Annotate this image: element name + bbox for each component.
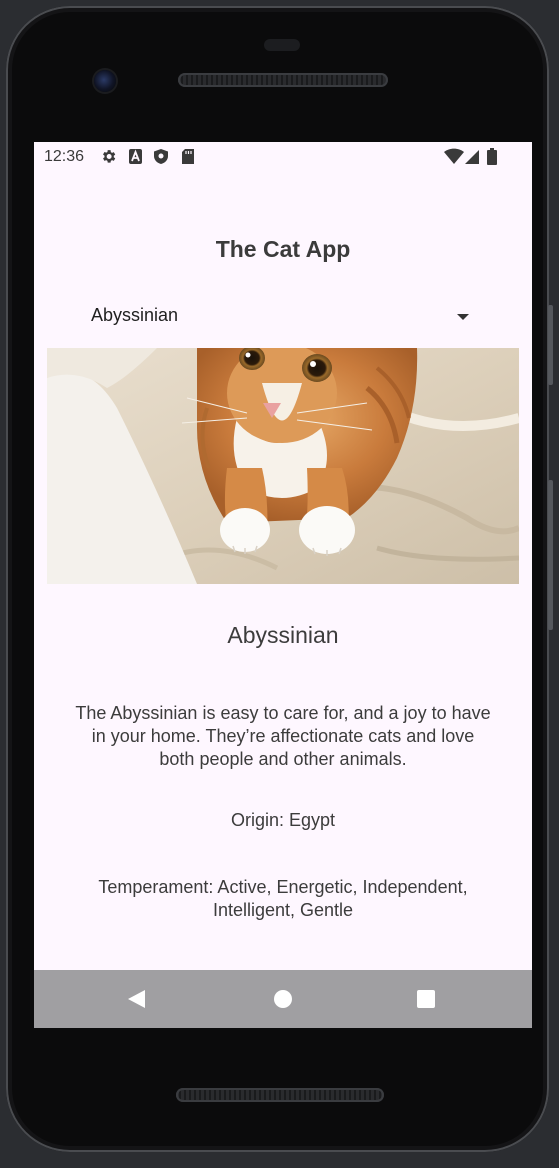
sd-card-icon [181,148,195,170]
home-icon[interactable] [274,990,292,1008]
recents-icon[interactable] [417,990,435,1008]
bottom-speaker [176,1088,384,1102]
battery-icon [487,148,497,170]
breed-name: Abyssinian [227,622,339,648]
system-nav-bar [34,970,532,1028]
back-icon[interactable] [128,990,145,1008]
app-title: The Cat App [215,236,351,262]
breed-dropdown[interactable]: Abyssinian [79,300,469,334]
cat-image [47,348,519,584]
signal-icon [464,148,480,170]
power-button [548,480,553,630]
dropdown-arrow-icon[interactable] [457,314,469,320]
front-camera [94,70,116,92]
phone-frame: 12:36 The Cat App Abyssinian Abyssinian … [6,6,549,1152]
breed-origin: Origin: Egypt [230,810,336,830]
device-screen: 12:36 The Cat App Abyssinian Abyssinian … [34,142,532,1028]
breed-dropdown-value: Abyssinian [91,305,179,325]
status-bar: 12:36 [34,142,532,172]
gear-icon [100,148,117,170]
earpiece-speaker [178,73,388,87]
volume-button [548,305,553,385]
wifi-icon [444,148,464,170]
breed-temperament: Temperament: Active, Energetic, Independ… [98,877,468,920]
breed-description: The Abyssinian is easy to care for, and … [75,703,491,769]
shield-icon [153,148,169,170]
status-time: 12:36 [44,148,85,165]
proximity-sensor [264,39,300,51]
text-icon [128,148,143,170]
